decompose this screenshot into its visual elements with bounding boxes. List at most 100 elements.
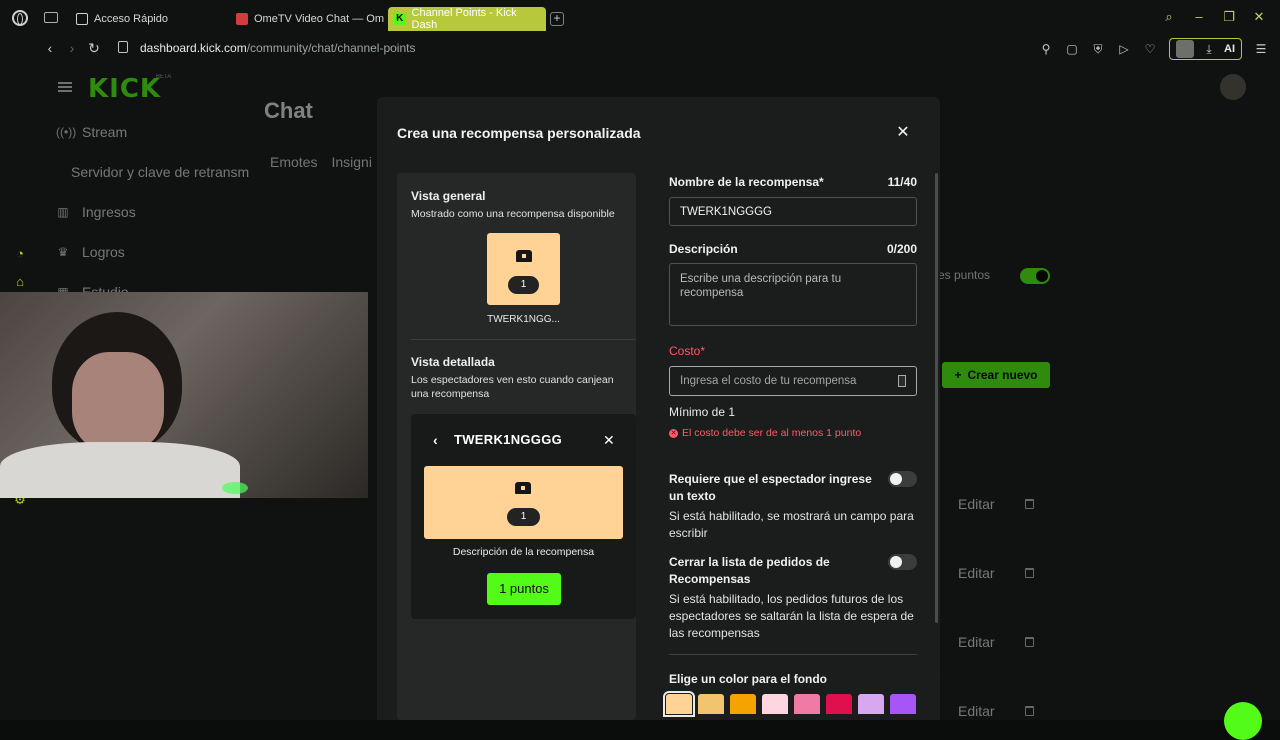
ai-button[interactable]: AI [1224,43,1235,55]
tab-channel-points[interactable]: K Channel Points - Kick Dash [388,7,546,31]
chat-bubble-button[interactable] [1224,702,1262,740]
url-field[interactable]: dashboard.kick.com/community/chat/channe… [140,41,415,55]
cost-input[interactable]: Ingresa el costo de tu recompensa [669,366,917,396]
broadcast-icon: ((•)) [56,125,77,139]
close-window-icon[interactable]: ✕ [1252,10,1266,24]
extensions-group: ⤓ AI [1169,38,1242,60]
trash-icon[interactable] [1025,637,1034,647]
ometv-favicon-icon [236,13,248,25]
restore-icon[interactable]: ❐ [1222,10,1236,24]
tab-insignias[interactable]: Insigni [331,154,371,170]
sidebar-item-ingresos[interactable]: ▥ Ingresos [56,204,135,220]
kick-logo[interactable]: KICK [88,74,161,104]
search-icon[interactable]: ⌕ [1162,10,1176,24]
skip-queue-subtitle: Si está habilitado, los pedidos futuros … [669,592,914,640]
points-toggle-label: es puntos [938,268,991,282]
reward-name-input[interactable]: TWERK1NGGGG [669,197,917,226]
edit-button[interactable]: Editar [958,565,995,581]
tab-acceso-rapido[interactable]: Acceso Rápido [70,7,174,31]
cost-error: ✕ El costo debe ser de al menos 1 punto [669,427,862,439]
page-title: Chat [264,98,313,123]
trophy-icon: ♛ [57,245,69,259]
number-spinner-icon[interactable] [898,375,906,387]
preview-divider [411,339,636,340]
address-toolbar: ⚲ ▢ ⛨ ▷ ♡ ⤓ AI ☰ [1039,38,1268,60]
color-swatch[interactable] [730,694,756,714]
close-icon: ✕ [603,432,615,448]
form-divider [669,654,917,655]
edit-button[interactable]: Editar [958,496,995,512]
create-new-button[interactable]: + Crear nuevo [942,362,1050,388]
play-icon[interactable]: ▷ [1117,42,1131,56]
color-swatch[interactable] [794,694,820,714]
hamburger-icon[interactable] [58,82,72,92]
snapshot-icon[interactable]: ▢ [1065,42,1079,56]
name-label: Nombre de la recompensa* [669,175,824,189]
create-reward-modal: Crea una recompensa personalizada ✕ Vist… [377,97,940,720]
trash-icon[interactable] [1025,499,1034,509]
edit-button[interactable]: Editar [958,634,995,650]
back-icon[interactable]: ‹ [42,40,58,56]
edit-button[interactable]: Editar [958,703,995,719]
color-swatch[interactable] [826,694,852,714]
profile-avatar[interactable] [1176,40,1194,58]
trash-icon[interactable] [1025,706,1034,716]
description-textarea[interactable]: Escribe una descripción para tu recompen… [669,263,917,326]
opera-logo-icon[interactable] [12,10,28,26]
color-swatch[interactable] [698,694,724,714]
detail-reward-card: 1 [424,466,623,539]
sidebar-item-logros[interactable]: ♛ Logros [56,244,125,260]
minimize-icon[interactable]: – [1192,10,1206,24]
color-swatch[interactable] [663,691,695,717]
back-arrow-icon: ‹ [433,432,438,448]
detail-preview-box: ‹ TWERK1NGGGG ✕ 1 Descripción de la reco… [411,414,636,619]
tab-ometv[interactable]: OmeTV Video Chat — Om [230,7,390,31]
download-icon[interactable]: ⤓ [1202,42,1216,56]
color-swatch[interactable] [890,694,916,714]
tab-emotes[interactable]: Emotes [270,154,317,170]
sidebar-item-stream[interactable]: ((•)) Stream [56,124,127,140]
close-icon[interactable]: ✕ [895,125,911,141]
browser-tab-bar: Acceso Rápido OmeTV Video Chat — Om K Ch… [0,0,1280,36]
webcam-person-face [72,352,164,452]
plus-icon: + [954,368,962,382]
detail-view-subtitle: Los espectadores ven esto cuando canjean… [411,374,614,400]
shield-icon[interactable]: ⛨ [1091,42,1105,56]
cost-pill: 1 [508,276,539,294]
trash-icon[interactable] [1025,568,1034,578]
modal-scrollbar[interactable] [935,173,938,623]
color-swatch[interactable] [762,694,788,714]
color-swatch[interactable] [858,694,884,714]
description-label: Descripción [669,242,738,256]
mini-reward-name: TWERK1NGG... [487,314,560,325]
page-tabs: Emotes Insigni [270,154,372,170]
beta-badge: BETA [156,74,172,80]
description-counter: 0/200 [886,242,917,256]
bar-chart-icon: ▥ [57,205,69,219]
name-counter: 11/40 [887,175,917,189]
skip-queue-toggle[interactable] [888,554,917,570]
cost-minimum: Mínimo de 1 [669,405,736,419]
chest-icon [516,250,532,262]
aria-icon[interactable]: ◔ [12,246,28,262]
redeem-points-button: 1 puntos [487,573,561,605]
heart-icon[interactable]: ♡ [1143,42,1157,56]
detail-view-title: Vista detallada [411,355,495,369]
pin-icon[interactable]: ⚲ [1039,42,1053,56]
points-toggle[interactable] [1020,268,1050,284]
new-tab-button[interactable]: + [550,12,564,26]
menu-icon[interactable]: ☰ [1254,42,1268,56]
grid-icon [76,13,88,25]
forward-icon[interactable]: › [64,40,80,56]
sidebar-item-server-key[interactable]: Servidor y clave de retransm [71,164,249,180]
reload-icon[interactable]: ↻ [86,40,102,57]
user-avatar[interactable] [1220,74,1246,100]
tab-switcher-icon[interactable] [44,12,58,23]
error-icon: ✕ [669,428,678,438]
row-divider [918,418,1258,419]
require-text-toggle[interactable] [888,471,917,487]
address-bar: ‹ › ↻ dashboard.kick.com/community/chat/… [0,36,1280,62]
bag-icon[interactable]: ⌂ [12,274,28,290]
row-divider [918,678,1258,679]
chest-icon [515,482,531,494]
